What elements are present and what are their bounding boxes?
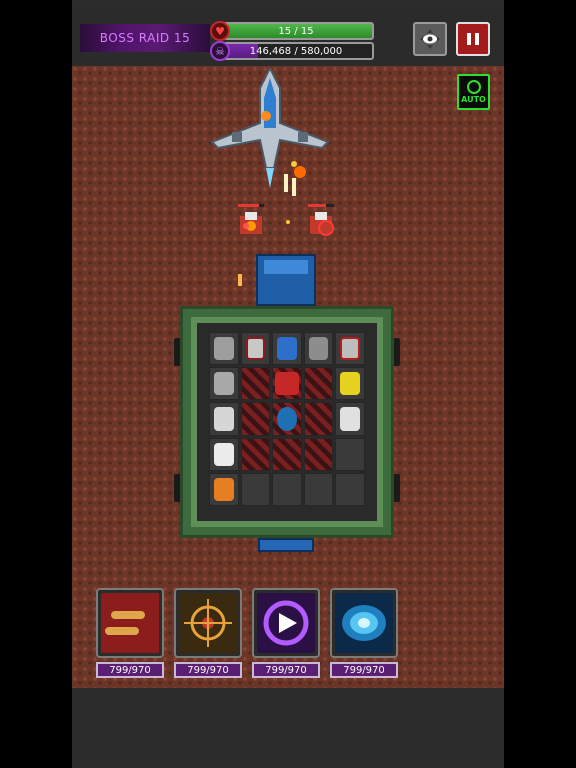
turret[interactable] xyxy=(214,337,234,361)
playfield[interactable]: AUTO 799/970 799/970 799/970 799/970 xyxy=(72,66,504,688)
player-hp-bar: 15 / 15 xyxy=(218,22,374,40)
boss-hp-text: 146,468 / 580,000 xyxy=(249,45,343,57)
game-frame: BOSS RAID 15 ♥ 15 / 15 ☠ 146,468 / 580,0… xyxy=(72,0,504,768)
bullets-icon xyxy=(101,593,159,653)
grid-cell[interactable] xyxy=(272,472,302,506)
turret[interactable] xyxy=(340,372,360,396)
turret[interactable] xyxy=(340,337,360,361)
skill-target[interactable]: 799/970 xyxy=(174,588,242,678)
target-icon xyxy=(179,593,237,653)
grid-cell[interactable] xyxy=(272,437,302,471)
grid-cell[interactable] xyxy=(335,332,365,366)
grid-cell[interactable] xyxy=(240,332,271,366)
dash-icon xyxy=(257,593,315,653)
pause-icon xyxy=(467,33,471,45)
turret[interactable] xyxy=(214,407,234,431)
grid-cell[interactable] xyxy=(303,402,334,436)
grid-cell[interactable] xyxy=(240,472,271,506)
turret[interactable] xyxy=(214,442,234,466)
skull-icon: ☠ xyxy=(210,41,230,61)
grid-cell[interactable] xyxy=(209,437,239,471)
grid-cell[interactable] xyxy=(335,402,365,436)
grid-cell[interactable] xyxy=(209,472,239,506)
stage-title: BOSS RAID 15 xyxy=(80,24,210,52)
pause-button[interactable] xyxy=(456,22,490,56)
eye-icon xyxy=(420,29,440,49)
grid-cell[interactable] xyxy=(272,367,302,401)
turret[interactable] xyxy=(340,407,360,431)
skill-count: 799/970 xyxy=(96,662,164,678)
grid-cell[interactable] xyxy=(303,367,334,401)
view-button[interactable] xyxy=(413,22,447,56)
hud-bar: BOSS RAID 15 ♥ 15 / 15 ☠ 146,468 / 580,0… xyxy=(72,10,504,66)
skill-count: 799/970 xyxy=(330,662,398,678)
main-cannon[interactable] xyxy=(275,372,299,396)
skill-dash[interactable]: 799/970 xyxy=(252,588,320,678)
turret[interactable] xyxy=(245,337,266,361)
truck-rear xyxy=(258,538,314,552)
skill-vortex[interactable]: 799/970 xyxy=(330,588,398,678)
boss-hp-bar: 146,468 / 580,000 xyxy=(218,42,374,60)
turret[interactable] xyxy=(214,372,234,396)
grid-cell[interactable] xyxy=(303,332,334,366)
grid-cell[interactable] xyxy=(303,472,334,506)
turret-base[interactable] xyxy=(277,407,297,431)
truck-cab xyxy=(256,254,316,306)
vortex-icon xyxy=(335,593,393,653)
grid-cell[interactable] xyxy=(209,402,239,436)
grid-cell[interactable] xyxy=(240,367,271,401)
grid-cell[interactable] xyxy=(209,332,239,366)
grid-cell[interactable] xyxy=(240,402,271,436)
bottom-panel xyxy=(72,688,504,768)
skill-bullets[interactable]: 799/970 xyxy=(96,588,164,678)
turret[interactable] xyxy=(308,337,329,361)
skill-count: 799/970 xyxy=(252,662,320,678)
skill-count: 799/970 xyxy=(174,662,242,678)
auto-label: AUTO xyxy=(461,95,486,104)
grid-cell[interactable] xyxy=(335,437,365,471)
turret-grid[interactable] xyxy=(209,332,365,506)
grid-cell[interactable] xyxy=(272,402,302,436)
turret[interactable] xyxy=(277,337,297,361)
grid-cell[interactable] xyxy=(303,437,334,471)
crosshair-icon xyxy=(466,80,481,94)
player-hp-text: 15 / 15 xyxy=(278,25,314,37)
heart-icon: ♥ xyxy=(210,21,230,41)
grid-cell[interactable] xyxy=(335,367,365,401)
grid-cell[interactable] xyxy=(335,472,365,506)
grid-cell[interactable] xyxy=(240,437,271,471)
auto-button[interactable]: AUTO xyxy=(457,74,490,110)
grid-cell[interactable] xyxy=(272,332,302,366)
turret[interactable] xyxy=(214,477,234,501)
grid-cell[interactable] xyxy=(209,367,239,401)
